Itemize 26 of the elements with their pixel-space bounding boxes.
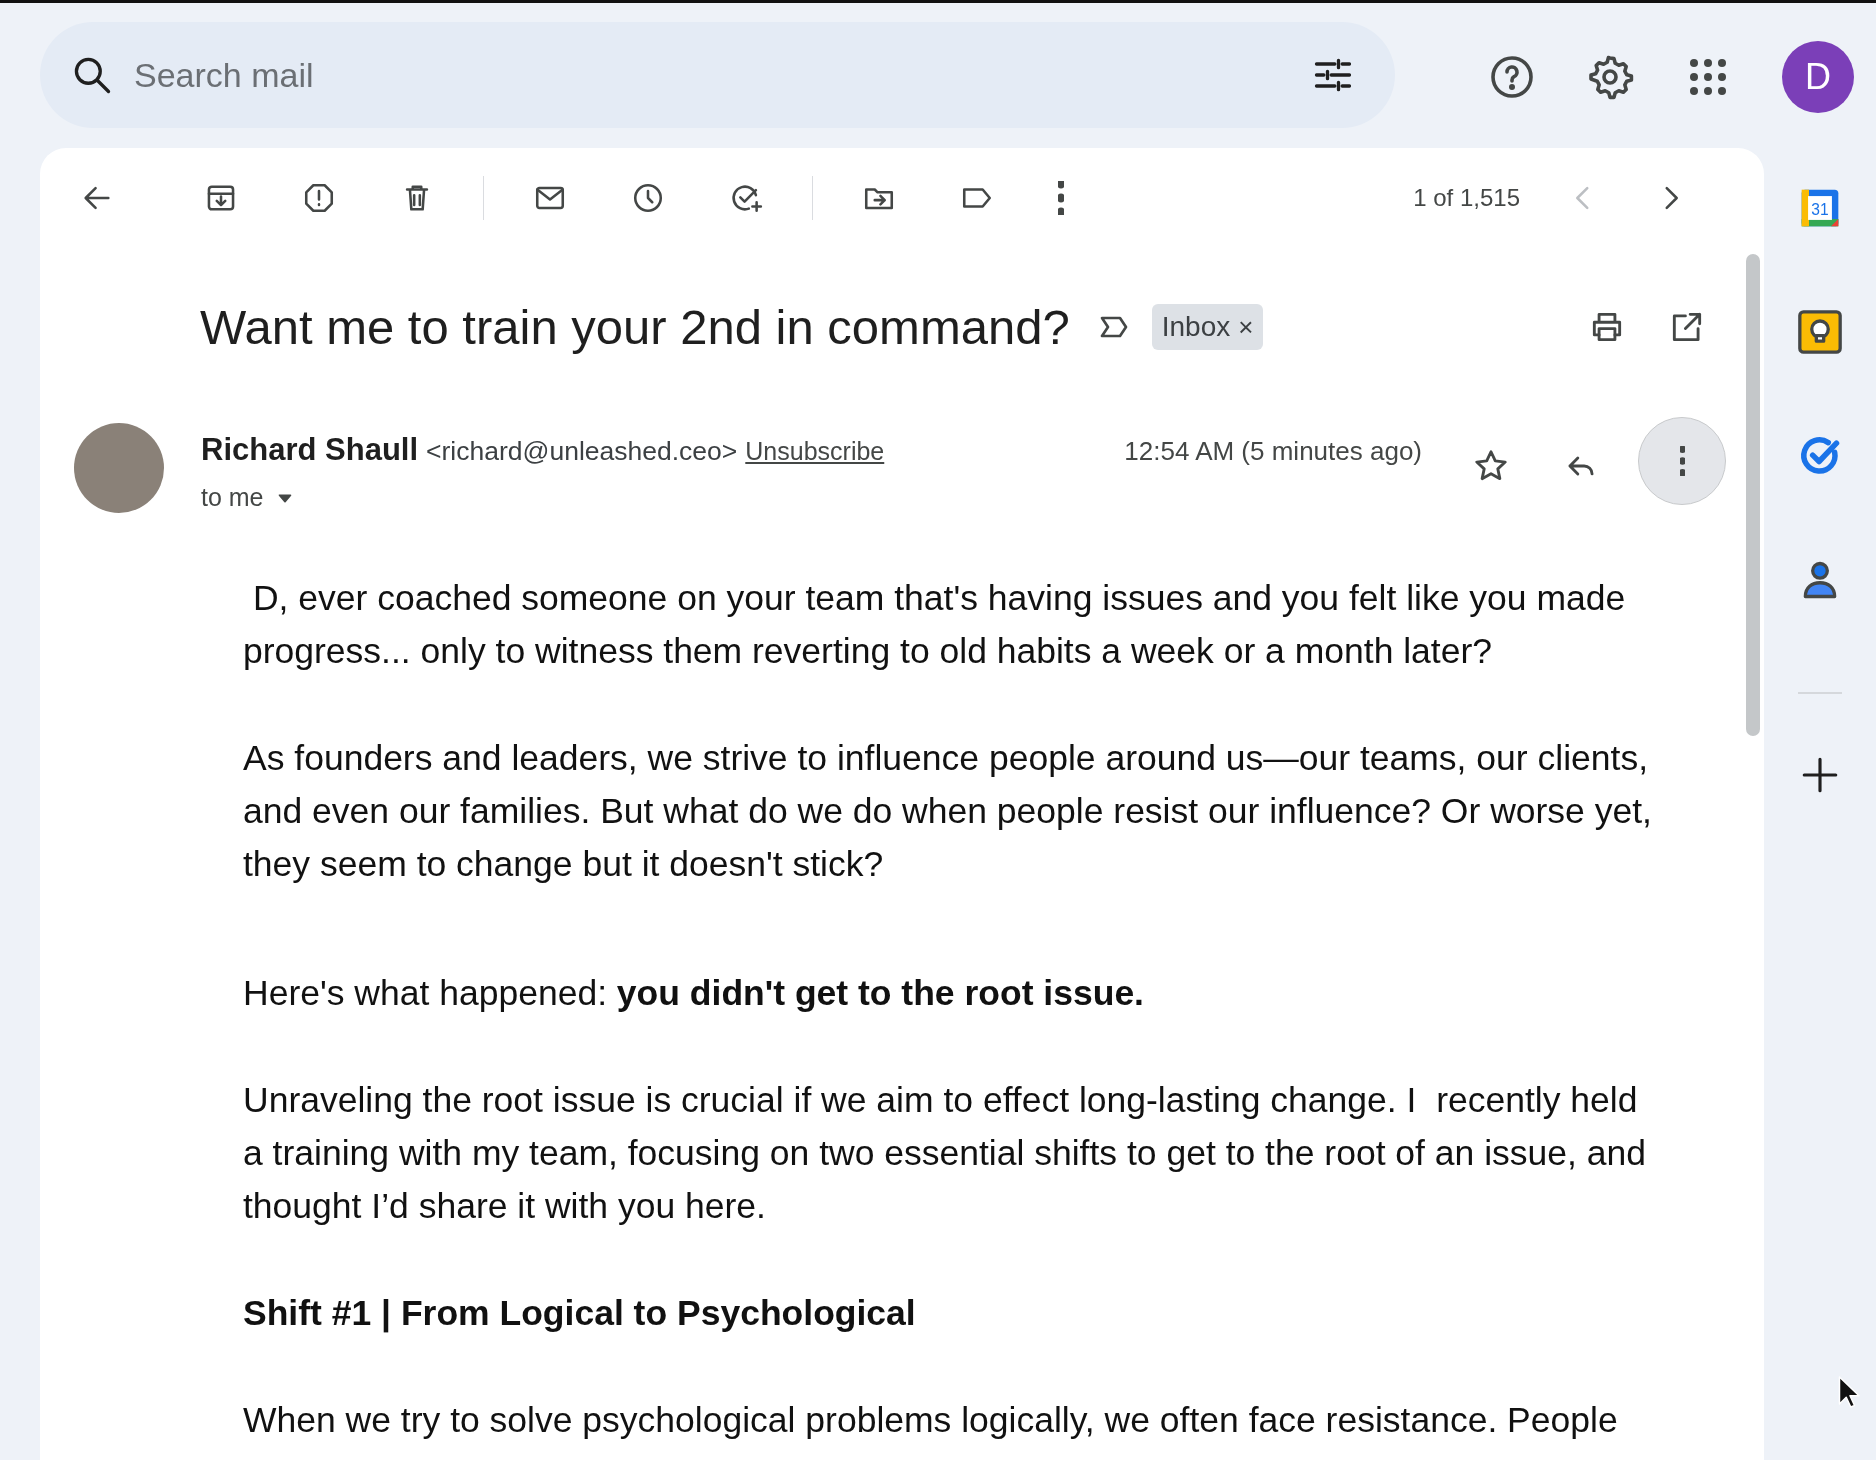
more-icon[interactable] — [1058, 181, 1064, 215]
search-field[interactable]: Search mail — [132, 48, 1311, 102]
spam-icon[interactable] — [302, 181, 336, 215]
body-paragraph: When we try to solve psychological problems logically, we often face resistance. People — [243, 1399, 1619, 1443]
body-paragraph: As founders and leaders, we strive to influence people around us—our teams, our clients, and even our families. But what do we do when people resist our influence? Or worse yet, they seem to change but it doesn't stick? — [243, 737, 1653, 887]
sender-name: Richard Shaull — [201, 430, 419, 469]
lightbulb-icon[interactable] — [1798, 310, 1842, 354]
message-time: 12:54 AM (5 minutes ago) — [1124, 434, 1422, 468]
body-paragraph: Unraveling the root issue is crucial if we aim to effect long-lasting change. I recently held a training with my team, focusing on two essential shifts to get to the root of an issue, and thought I’d share it with you here. — [243, 1079, 1647, 1229]
settings-icon[interactable] — [1586, 53, 1634, 101]
more-icon — [1679, 445, 1685, 476]
email-subject: Want me to train your 2nd in command? — [200, 299, 1070, 356]
unsubscribe-link[interactable]: Unsubscribe — [745, 432, 885, 471]
help-icon[interactable] — [1488, 53, 1536, 101]
body-paragraph: Here's what happened: you didn't get to the root issue. — [243, 972, 1145, 1016]
sender-email: <richard@unleashed.ceo> — [426, 434, 738, 468]
search-bar[interactable]: Search mail — [40, 22, 1395, 128]
body-paragraph: D, ever coached someone on your team that's having issues and you felt like you made progress... only to witness them reverting to old habits a week or a month later? — [243, 577, 1627, 674]
recipient-text: to me — [201, 481, 264, 513]
section-heading: Shift #1 | From Logical to Psychological — [243, 1292, 917, 1336]
clock-icon[interactable] — [631, 181, 665, 215]
label-text: Inbox — [1161, 310, 1231, 345]
page-counter: 1 of 1,515 — [1413, 183, 1520, 213]
scrollbar-thumb[interactable] — [1746, 254, 1760, 736]
remove-label-button[interactable]: × — [1238, 307, 1254, 347]
account-avatar[interactable]: D — [1782, 41, 1854, 113]
